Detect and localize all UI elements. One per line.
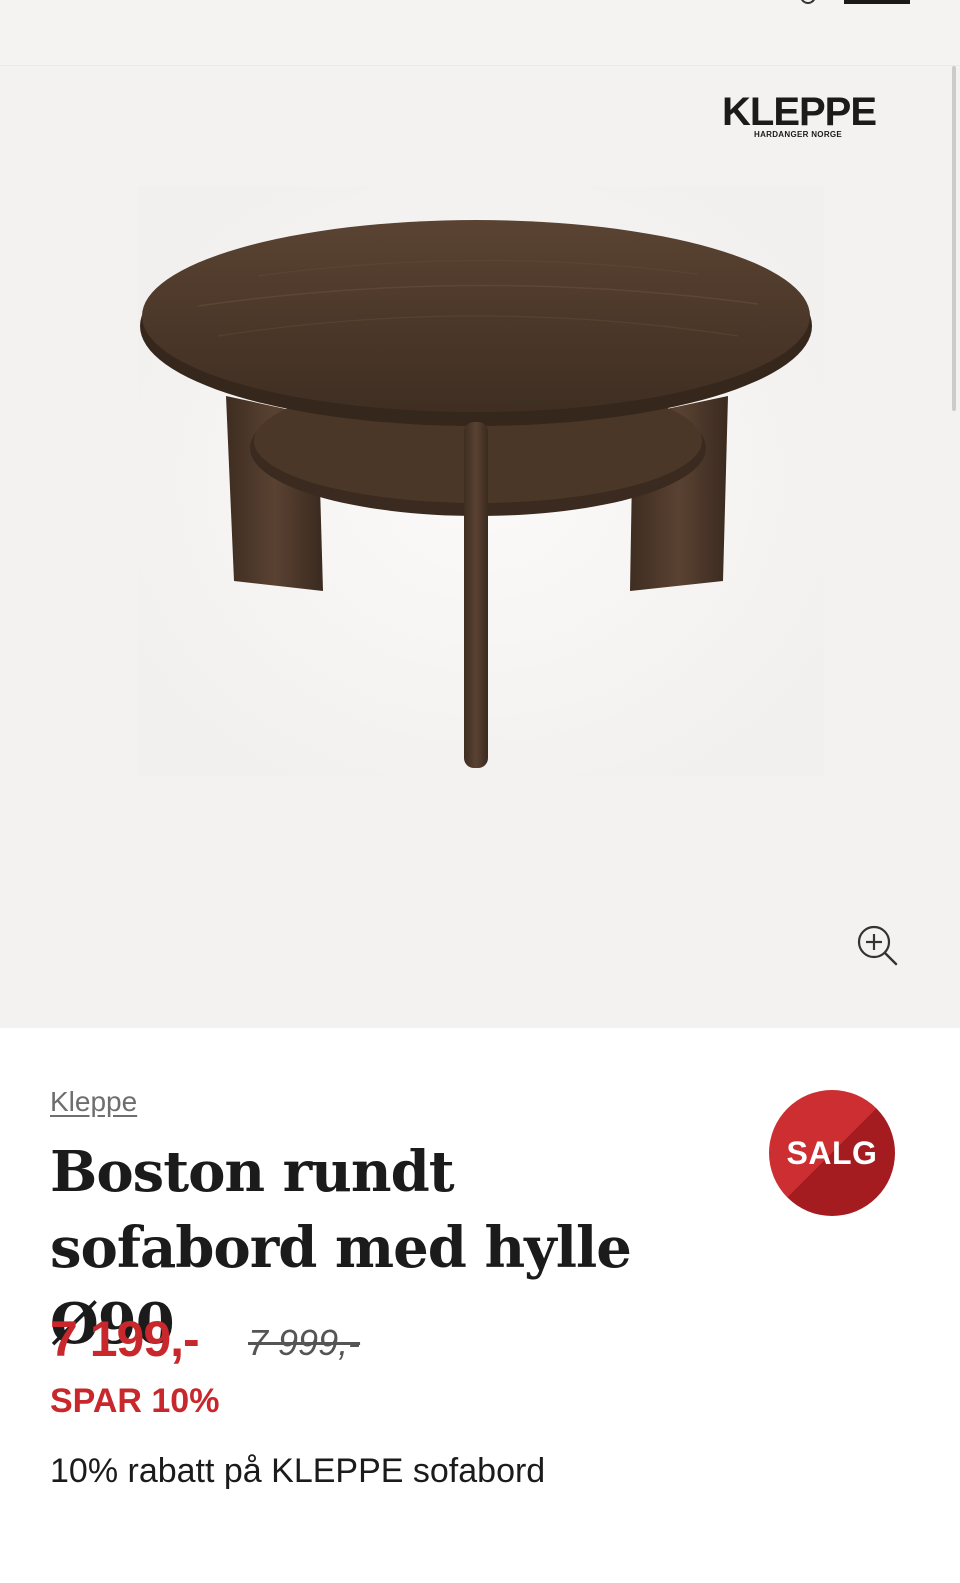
header-cart-underline bbox=[844, 0, 910, 4]
brand-logo-wordmark: KLEPPE bbox=[722, 90, 877, 134]
price-original: 7 999,- bbox=[248, 1322, 361, 1363]
top-header bbox=[0, 0, 960, 66]
product-info: Kleppe Boston rundt sofabord med hylle Ø… bbox=[0, 1028, 960, 1583]
brand-logo: KLEPPE HARDANGER NORGE bbox=[722, 92, 884, 139]
savings-label: SPAR 10% bbox=[50, 1382, 220, 1420]
promo-text: 10% rabatt på KLEPPE sofabord bbox=[50, 1452, 546, 1490]
product-image[interactable] bbox=[138, 186, 824, 776]
brand-link[interactable]: Kleppe bbox=[50, 1086, 137, 1118]
product-gallery[interactable]: KLEPPE HARDANGER NORGE bbox=[0, 66, 960, 1028]
zoom-in-icon[interactable] bbox=[856, 924, 904, 972]
price-current: 7 199,- bbox=[50, 1311, 200, 1367]
sale-badge: SALG bbox=[769, 1090, 895, 1216]
table-leg-front bbox=[464, 422, 488, 768]
gallery-scrollbar[interactable] bbox=[952, 66, 956, 411]
heart-icon[interactable] bbox=[800, 0, 816, 4]
sale-badge-label: SALG bbox=[786, 1134, 878, 1171]
